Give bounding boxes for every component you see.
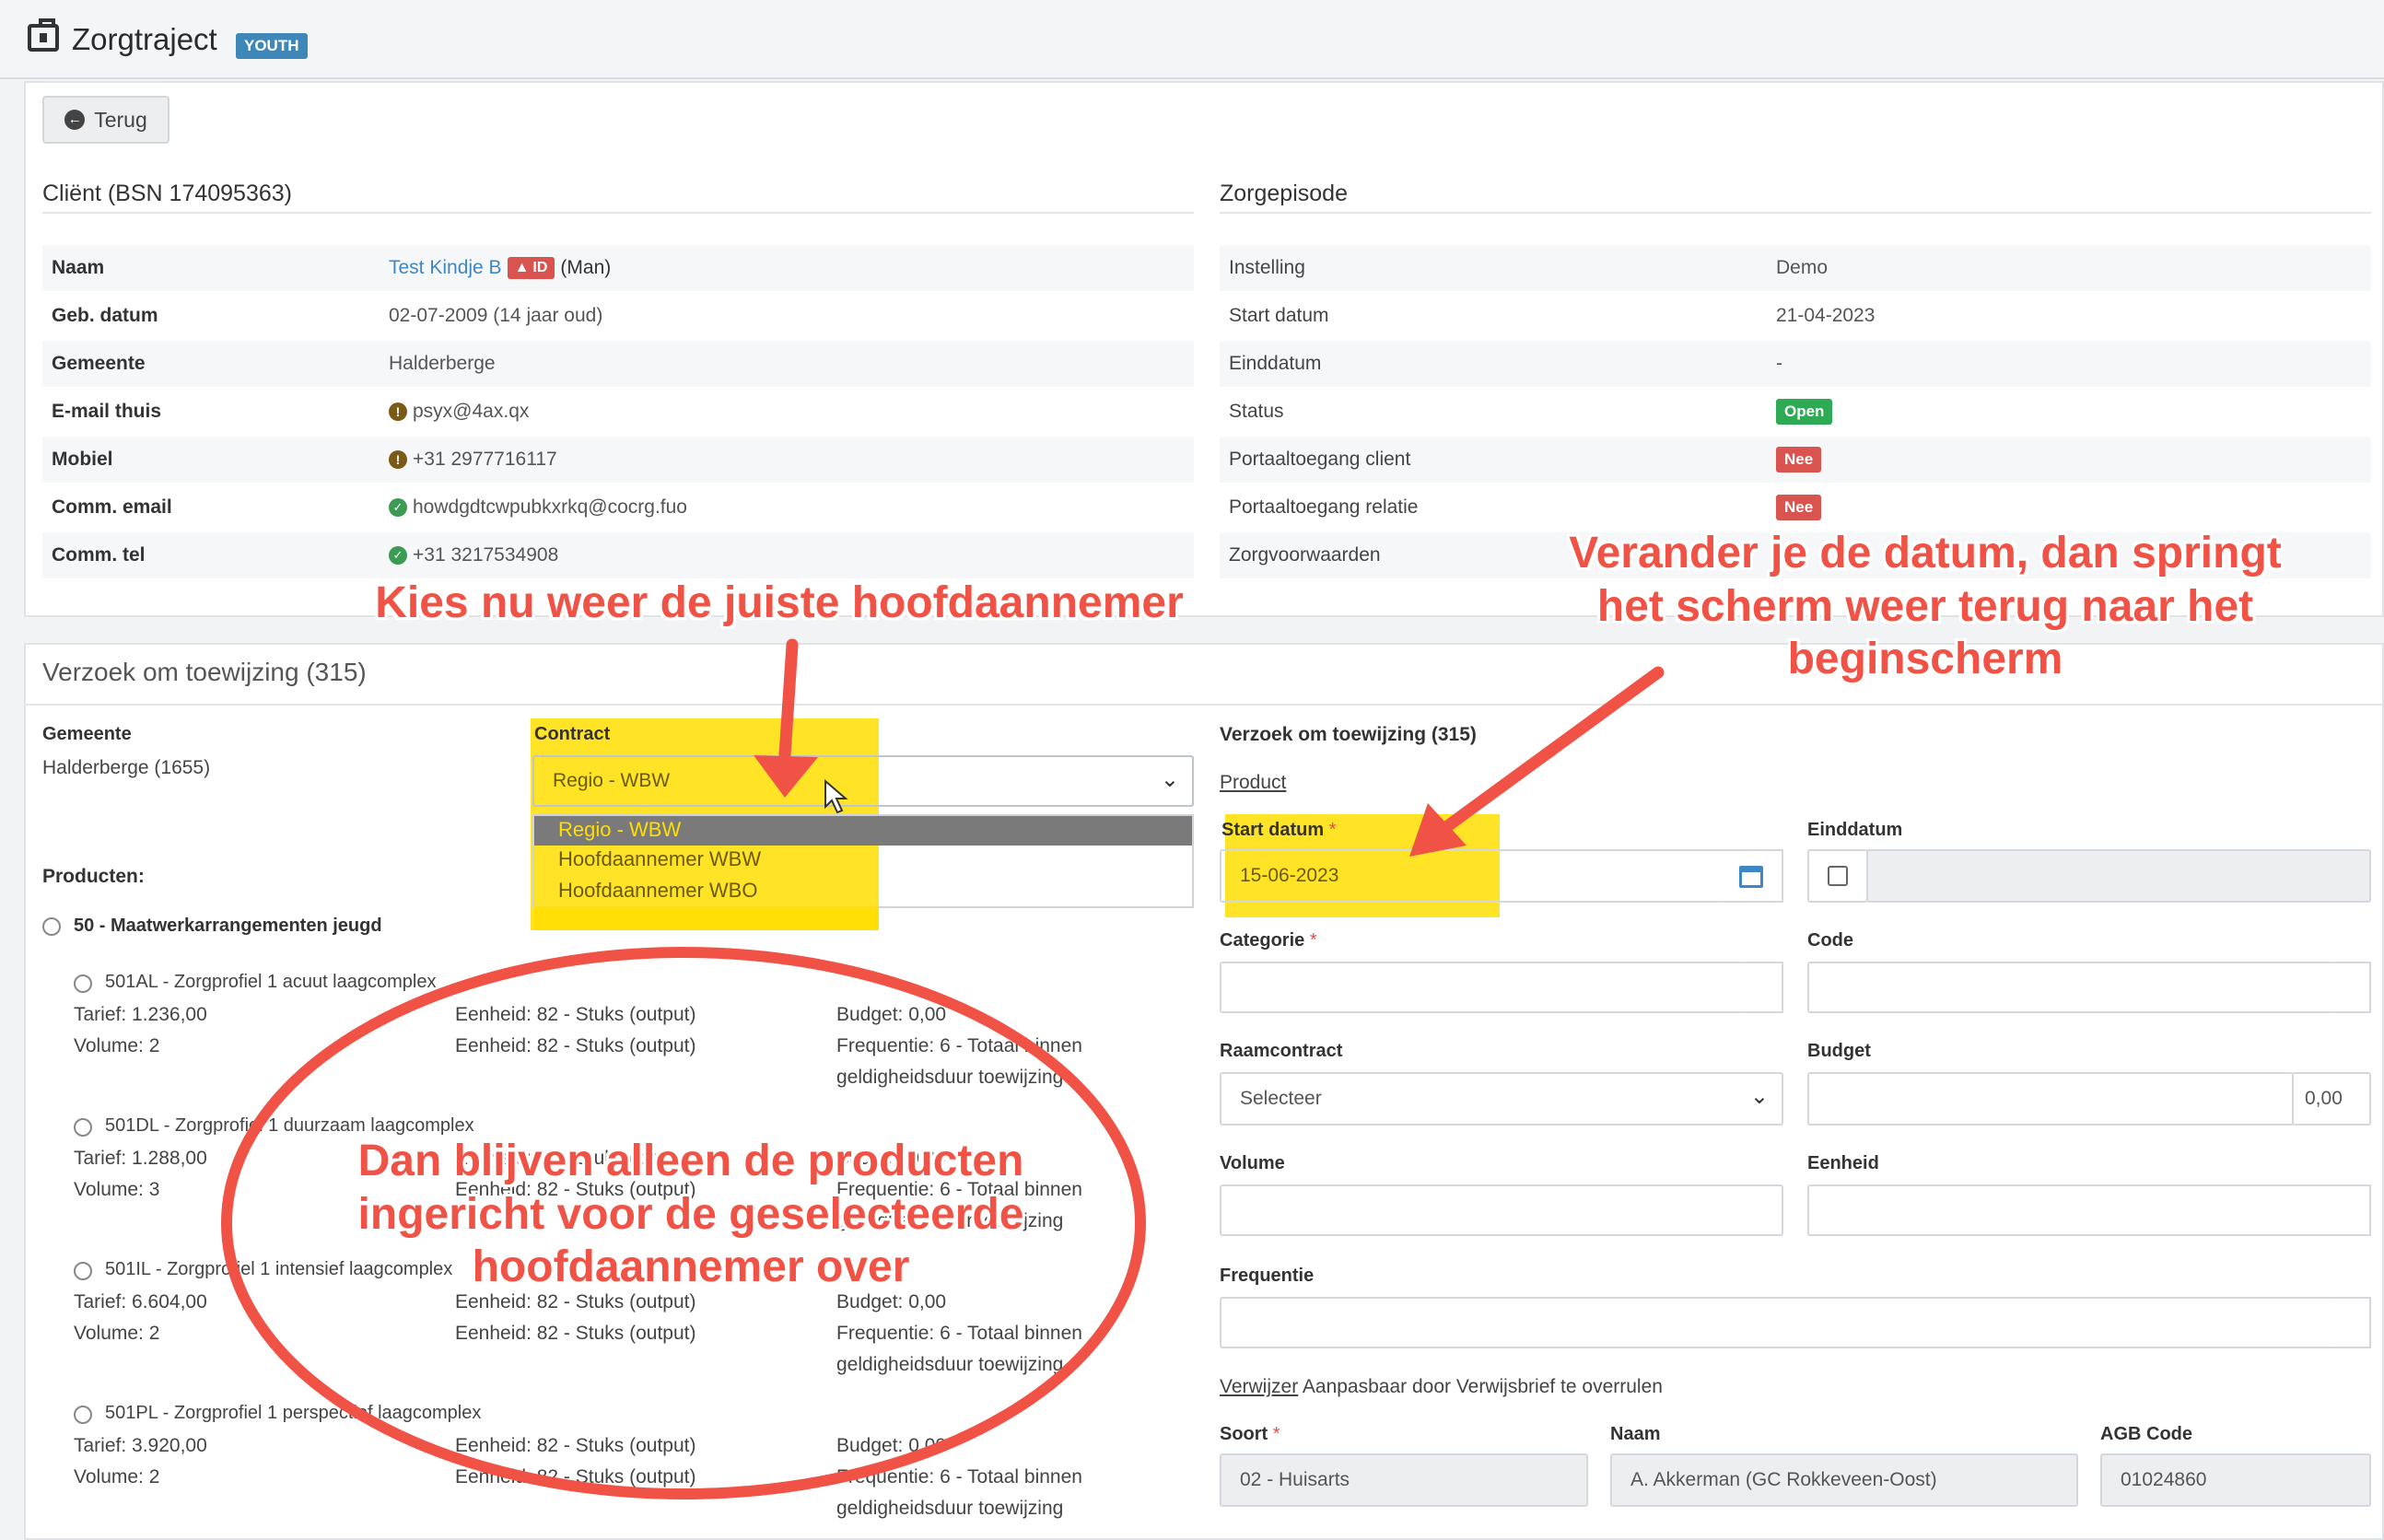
annotation-line: Verander je de datum, dan springt [1569, 529, 2282, 578]
annotation-line: beginscherm [1787, 635, 2063, 684]
annotation-line: hoofdaannemer over [472, 1242, 910, 1292]
mouse-cursor-icon [824, 778, 848, 814]
annotation-line: Dan blijven alleen de producten [357, 1137, 1024, 1185]
arrow-to-start-date [1409, 666, 1665, 857]
annotation-date-change: Verander je de datum, dan springt het sc… [1511, 527, 2340, 686]
annotation-line: het scherm weer terug naar het [1596, 581, 2254, 631]
annotation-products-remain: Dan blijven alleen de producten ingerich… [276, 1135, 1105, 1294]
annotation-choose-contractor: Kies nu weer de juiste hoofdaannemer [375, 578, 1184, 627]
annotation-line: ingericht voor de geselecteerde [357, 1189, 1024, 1239]
arrow-down-contract [754, 638, 818, 798]
annotation-overlay [221, 638, 1665, 1499]
